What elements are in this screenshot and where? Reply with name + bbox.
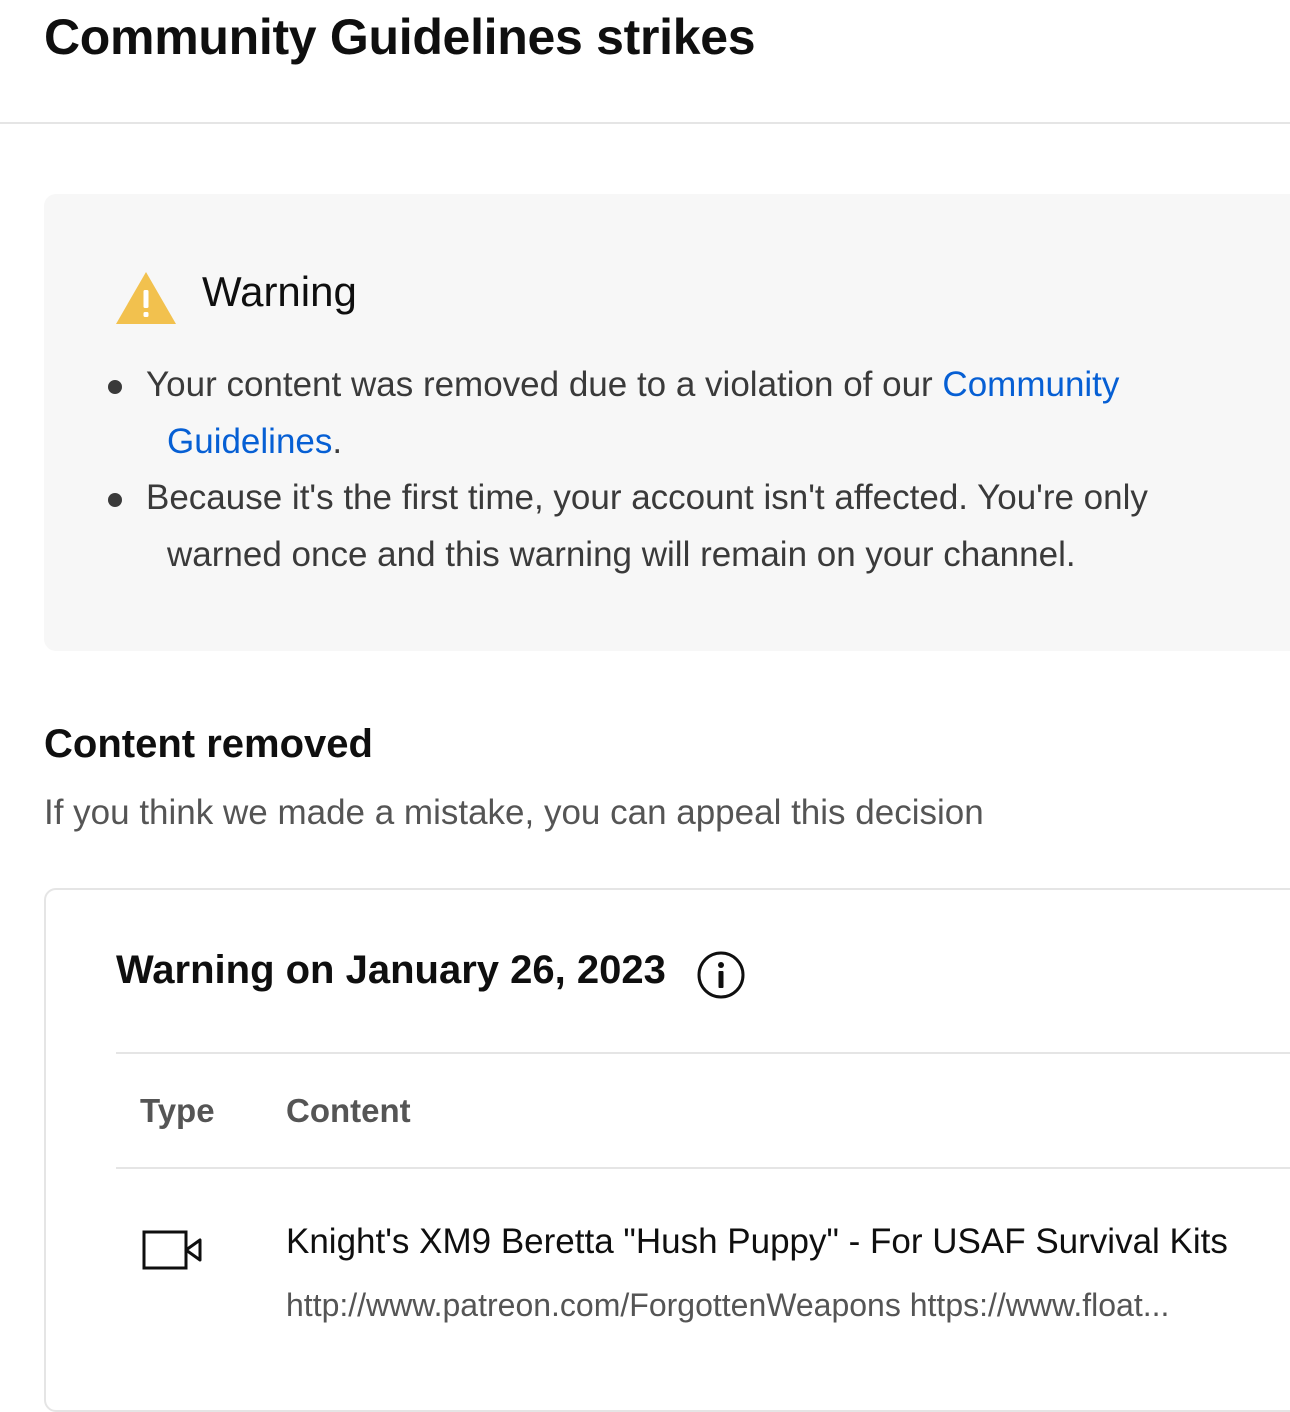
bullet-text: Your content was removed due to a violat…	[146, 365, 943, 404]
bullet-line: warned once and this warning will remain…	[167, 535, 1076, 574]
bullet-text: .	[332, 422, 343, 461]
title-divider	[0, 122, 1290, 124]
appeal-subtext: If you think we made a mistake, you can …	[44, 793, 984, 832]
warning-panel: Warning Your content was removed due to …	[44, 194, 1290, 651]
page-title: Community Guidelines strikes	[44, 9, 756, 65]
column-header-type: Type	[140, 1092, 215, 1129]
warning-heading: Warning	[202, 268, 357, 315]
card-divider	[116, 1052, 1290, 1054]
strike-card: Warning on January 26, 2023 Type Content…	[44, 888, 1290, 1412]
card-divider	[116, 1167, 1290, 1169]
video-icon	[142, 1230, 202, 1270]
community-guidelines-link[interactable]: Guidelines	[167, 422, 332, 461]
warning-bullet: Because it's the first time, your accoun…	[108, 469, 1248, 583]
bullet-line: Guidelines.	[108, 413, 1248, 470]
bullet-line: Because it's the first time, your accoun…	[146, 478, 1148, 517]
bullet-line: Your content was removed due to a violat…	[108, 356, 1248, 413]
warning-bullet: Your content was removed due to a violat…	[108, 356, 1248, 470]
column-header-content: Content	[286, 1092, 411, 1129]
strike-card-title: Warning on January 26, 2023	[116, 948, 666, 992]
info-icon[interactable]	[696, 950, 746, 1000]
content-removed-heading: Content removed	[44, 722, 373, 766]
video-title[interactable]: Knight's XM9 Beretta "Hush Puppy" - For …	[286, 1222, 1228, 1262]
community-guidelines-link[interactable]: Community	[942, 365, 1119, 404]
warning-triangle-icon	[116, 272, 176, 324]
bullet-dot	[108, 380, 122, 394]
video-description: http://www.patreon.com/ForgottenWeapons …	[286, 1287, 1170, 1323]
bullet-dot	[108, 493, 122, 507]
